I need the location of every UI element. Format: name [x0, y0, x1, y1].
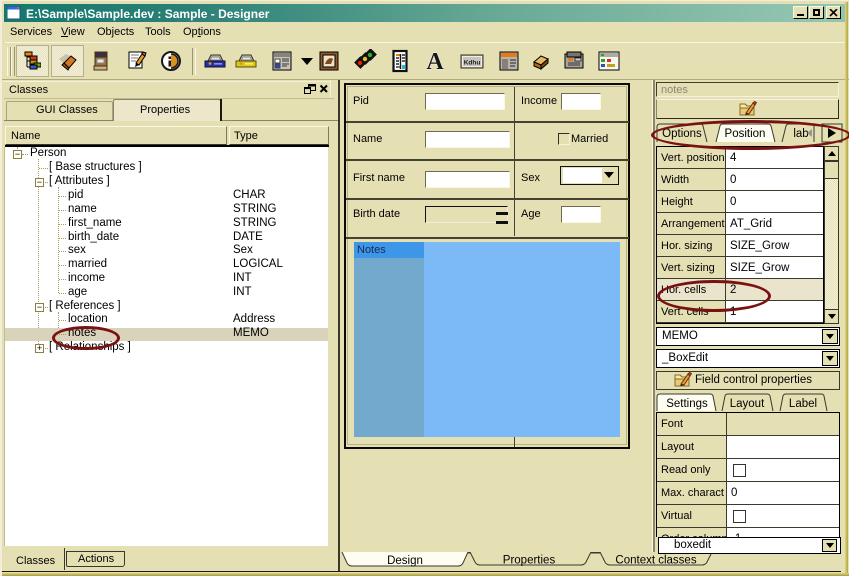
svg-text:Layout: Layout — [730, 398, 765, 410]
svg-text:Settings: Settings — [666, 398, 708, 410]
svg-text:Properties: Properties — [503, 555, 556, 567]
svg-text:A: A — [426, 49, 444, 73]
svg-text:Kdhu: Kdhu — [464, 60, 481, 67]
svg-text:Label: Label — [789, 398, 817, 410]
svg-text:Context classes: Context classes — [615, 555, 696, 567]
svg-text:Design: Design — [387, 555, 423, 567]
